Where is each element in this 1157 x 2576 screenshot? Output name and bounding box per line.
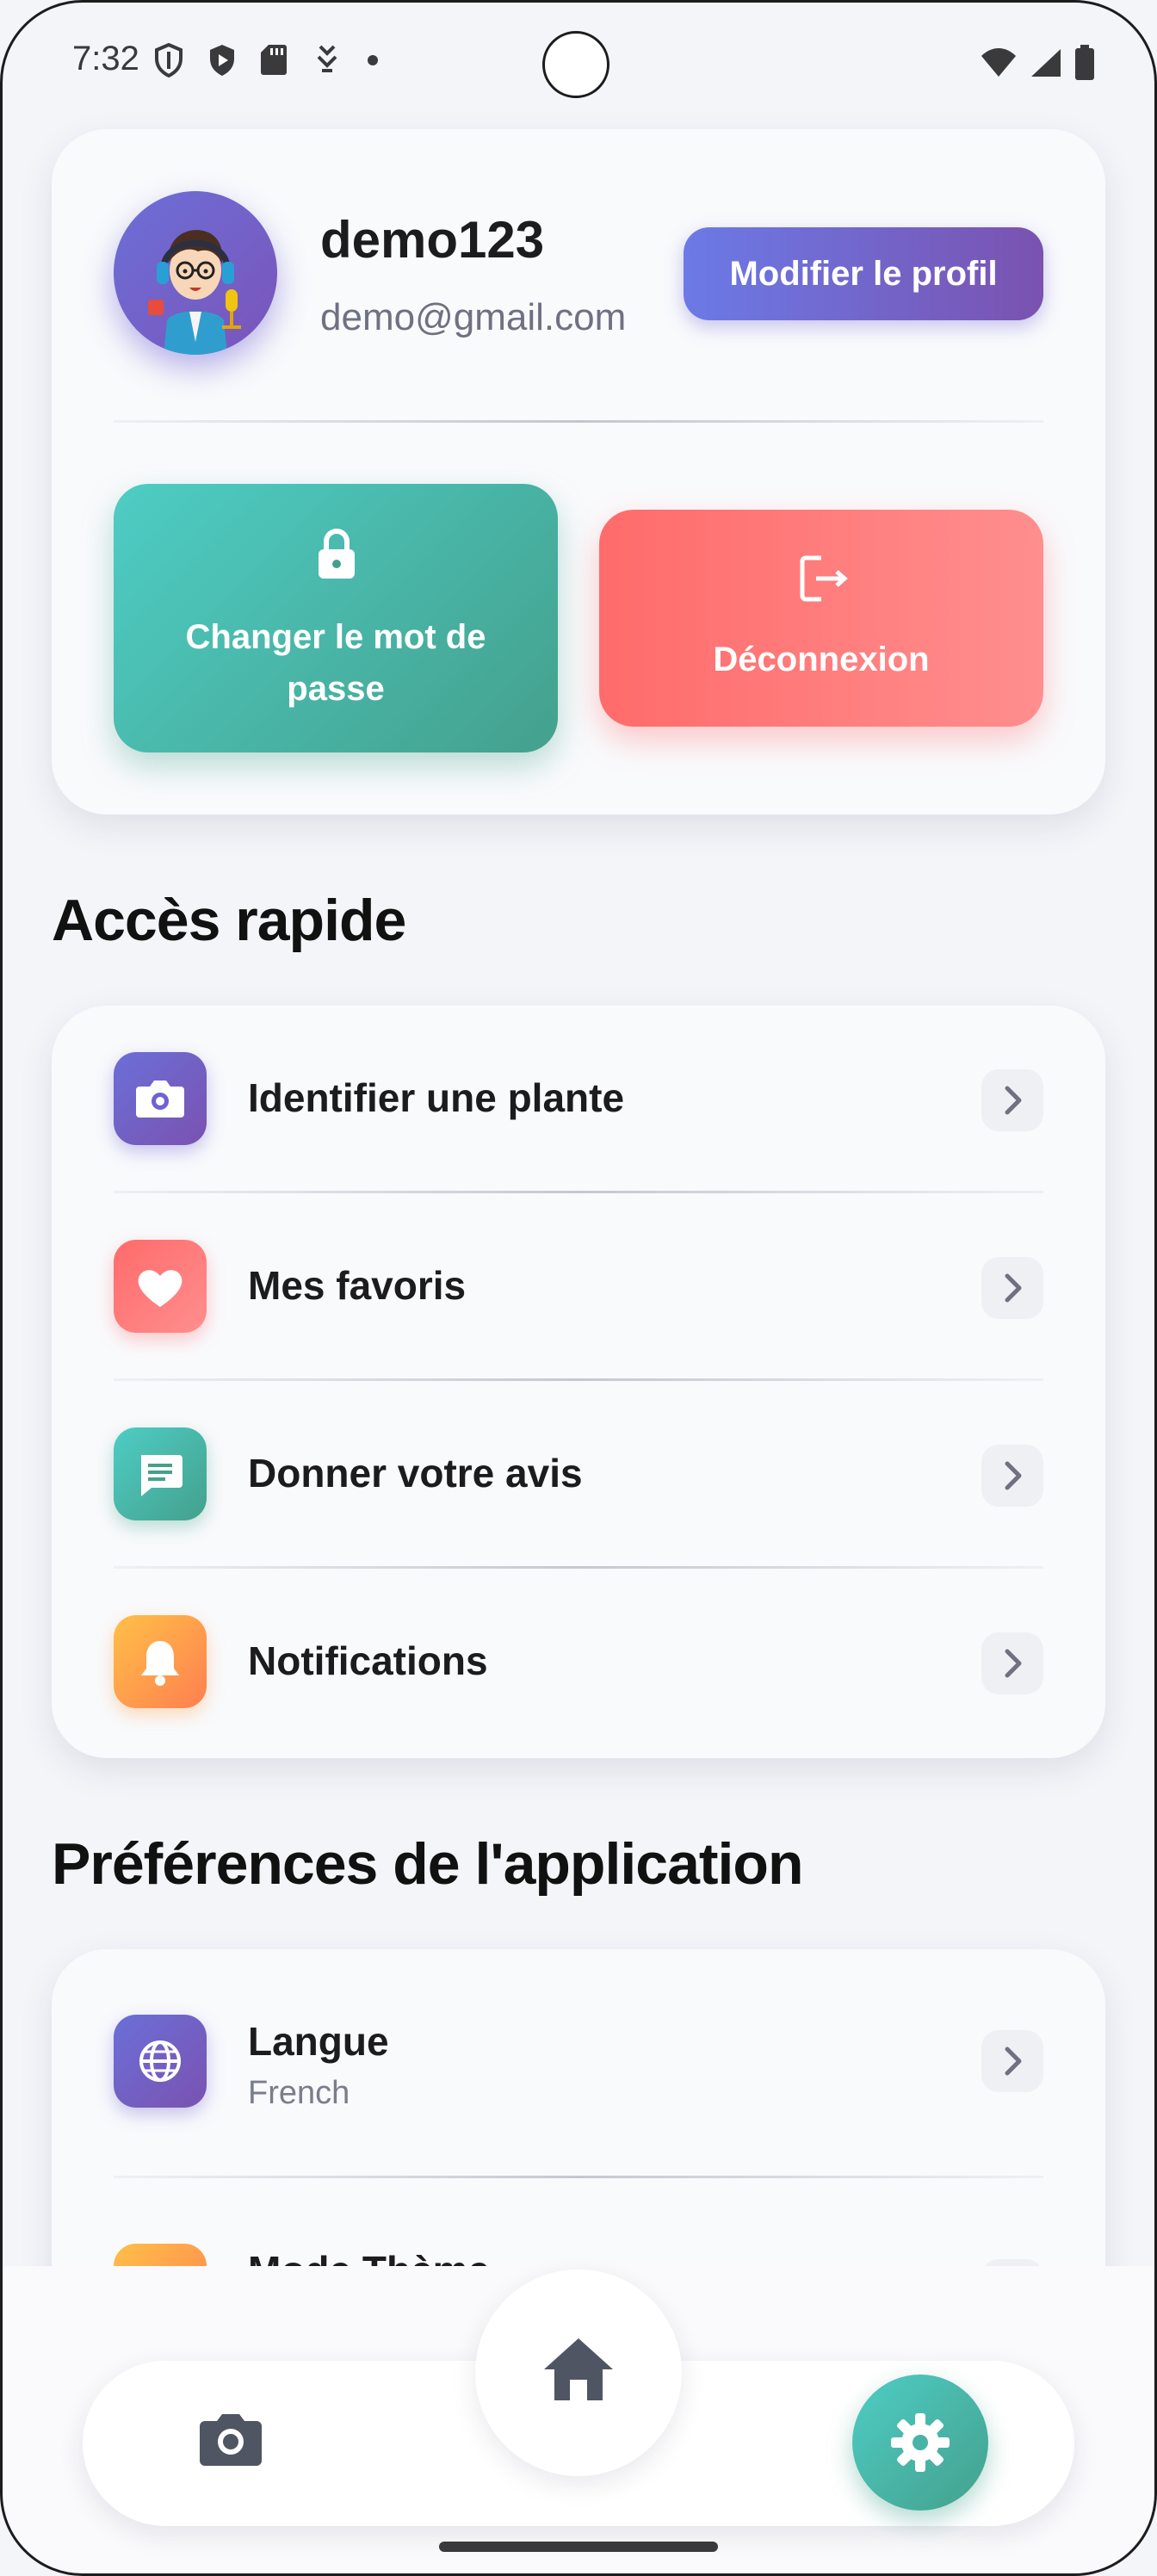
logout-button[interactable]: Déconnexion [599, 510, 1043, 727]
heart-icon [114, 1240, 207, 1333]
row-label: Mes favoris [248, 1263, 467, 1308]
battery-icon [1074, 45, 1095, 85]
row-label: Identifier une plante [248, 1075, 625, 1120]
nav-camera-button[interactable] [198, 2411, 275, 2476]
username: demo123 [320, 211, 545, 269]
nav-settings-button[interactable] [852, 2375, 988, 2511]
dot-icon [367, 43, 398, 74]
quick-item-feedback[interactable]: Donner votre avis [52, 1381, 1105, 1569]
quick-item-identify-plant[interactable]: Identifier une plante [52, 1006, 1105, 1193]
signal-icon [1030, 47, 1062, 83]
status-icons [153, 42, 398, 78]
row-label: Donner votre avis [248, 1451, 583, 1495]
chevron-right-icon [981, 1632, 1043, 1694]
logout-label: Déconnexion [713, 641, 930, 678]
home-indicator[interactable] [439, 2542, 718, 2552]
quick-access-card: Identifier une plante Mes favoris Donner… [52, 1006, 1105, 1758]
preferences-title: Préférences de l'application [52, 1831, 804, 1897]
feedback-icon [114, 1427, 207, 1520]
chevron-right-icon [981, 1445, 1043, 1507]
row-value: French [248, 2075, 350, 2111]
lock-icon [317, 527, 356, 585]
chevron-right-icon [981, 2030, 1043, 2092]
quick-item-favorites[interactable]: Mes favoris [52, 1193, 1105, 1381]
screen: 7:32 demo123 demo@gmail.com Modifier le … [0, 0, 1157, 2576]
change-password-label-line2: passe [287, 670, 385, 708]
email: demo@gmail.com [320, 296, 627, 338]
avatar[interactable] [114, 191, 277, 355]
status-time: 7:32 [72, 40, 139, 77]
settings-icon [889, 2412, 951, 2478]
wifi-icon [980, 47, 1018, 83]
change-password-button[interactable]: Changer le mot de passe [114, 484, 558, 752]
bell-icon [114, 1615, 207, 1708]
globe-icon [114, 2015, 207, 2108]
download-icon [313, 43, 344, 74]
play-protect-icon [207, 43, 238, 76]
camera-icon [114, 1052, 207, 1145]
status-right-icons [980, 45, 1095, 85]
profile-card: demo123 demo@gmail.com Modifier le profi… [52, 129, 1105, 814]
chevron-right-icon [981, 1069, 1043, 1131]
camera-cutout [542, 31, 609, 98]
pref-item-language[interactable]: Langue French [52, 1949, 1105, 2178]
profile-divider [114, 420, 1043, 423]
logout-icon [799, 554, 851, 607]
nav-home-button[interactable] [475, 2269, 682, 2476]
quick-access-title: Accès rapide [52, 888, 406, 953]
row-label: Notifications [248, 1638, 488, 1683]
chevron-right-icon [981, 1257, 1043, 1319]
row-label: Langue [248, 2019, 389, 2064]
home-icon [541, 2335, 616, 2408]
sd-card-icon [260, 43, 291, 75]
edit-profile-button[interactable]: Modifier le profil [684, 227, 1043, 320]
quick-item-notifications[interactable]: Notifications [52, 1569, 1105, 1756]
status-bar: 7:32 [0, 0, 1157, 129]
shield-icon [153, 42, 184, 78]
change-password-label-line1: Changer le mot de [185, 618, 486, 656]
camera-icon [198, 2414, 263, 2471]
